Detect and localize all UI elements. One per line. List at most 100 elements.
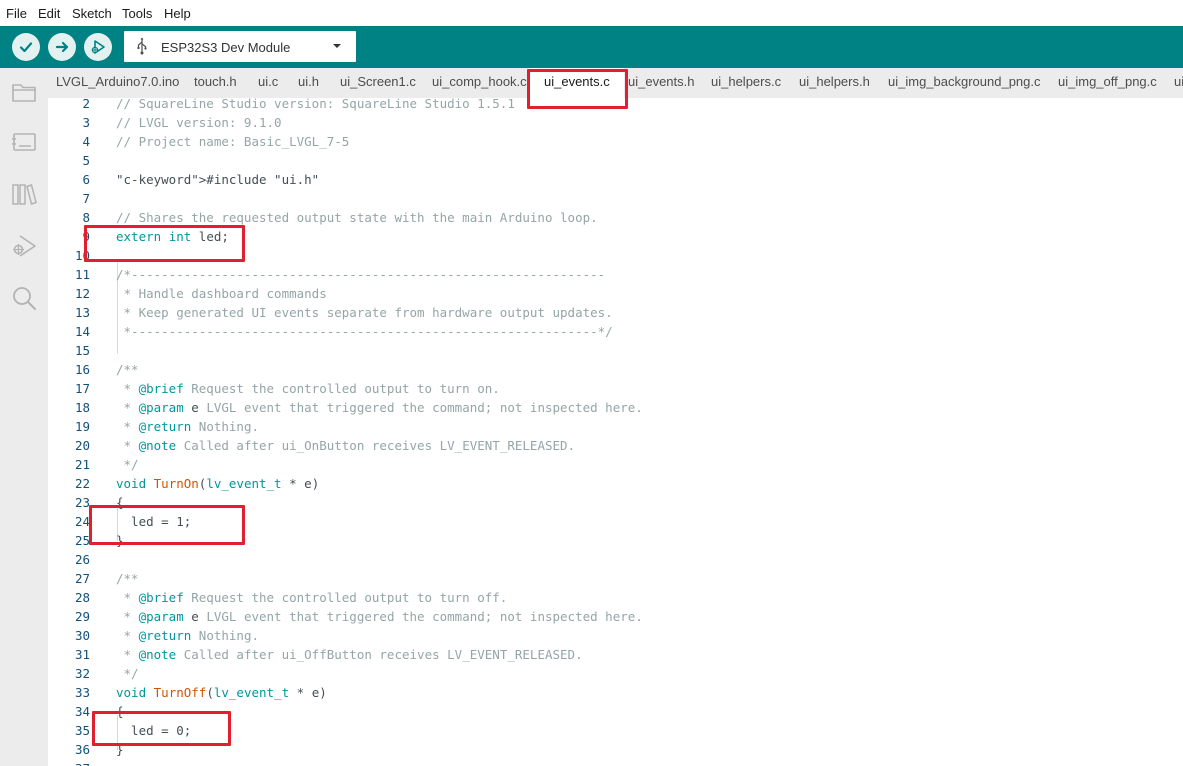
board-selector[interactable]: ESP32S3 Dev Module — [124, 31, 356, 62]
code-line[interactable]: 24 led = 1; — [48, 512, 1183, 531]
debug-button[interactable] — [84, 33, 112, 61]
tab-ui-helpers-c[interactable]: ui_helpers.c — [711, 74, 781, 89]
menu-file[interactable]: File — [6, 6, 27, 21]
code-line[interactable]: 23 { — [48, 493, 1183, 512]
line-number: 23 — [74, 495, 90, 510]
code-line[interactable]: 25} — [48, 531, 1183, 550]
toolbar: ESP32S3 Dev Module — [0, 26, 1183, 68]
code-text: * @note Called after ui_OnButton receive… — [116, 438, 576, 453]
code-line[interactable]: 6 "c-keyword">#include "ui.h" — [48, 170, 1183, 189]
menu-sketch[interactable]: Sketch — [72, 6, 112, 21]
code-line[interactable]: 28 * @brief Request the controlled outpu… — [48, 588, 1183, 607]
line-number: 34 — [74, 704, 90, 719]
code-line[interactable]: 14 *------------------------------------… — [48, 322, 1183, 341]
tab-lvgl-arduino-ino[interactable]: LVGL_Arduino7.0.ino — [56, 74, 179, 89]
line-number: 15 — [74, 343, 90, 358]
line-number: 25 — [74, 533, 90, 548]
code-line[interactable]: 3 // LVGL version: 9.1.0 — [48, 113, 1183, 132]
code-line[interactable]: 16 /** — [48, 360, 1183, 379]
line-number: 19 — [74, 419, 90, 434]
code-line[interactable]: 20 * @note Called after ui_OnButton rece… — [48, 436, 1183, 455]
line-number: 29 — [74, 609, 90, 624]
code-line[interactable]: 27 /** — [48, 569, 1183, 588]
code-line[interactable]: 31 * @note Called after ui_OffButton rec… — [48, 645, 1183, 664]
tab-ui-c[interactable]: ui.c — [258, 74, 278, 89]
code-line[interactable]: 9 extern int led; — [48, 227, 1183, 246]
menu-edit[interactable]: Edit — [38, 6, 60, 21]
code-line[interactable]: 15 — [48, 341, 1183, 360]
arrow-right-icon — [55, 41, 69, 53]
library-icon[interactable] — [10, 180, 38, 208]
code-text: /** — [116, 571, 139, 586]
line-number: 7 — [82, 191, 90, 206]
verify-button[interactable] — [12, 33, 40, 61]
line-number: 22 — [74, 476, 90, 491]
code-text: { — [116, 495, 124, 510]
file-tabs: LVGL_Arduino7.0.ino touch.h ui.c ui.h ui… — [48, 68, 1183, 98]
code-line[interactable]: 7 — [48, 189, 1183, 208]
code-line[interactable]: 37 — [48, 759, 1183, 766]
code-line[interactable]: 26 — [48, 550, 1183, 569]
code-editor[interactable]: 2 // SquareLine Studio version: SquareLin… — [48, 98, 1183, 766]
code-line[interactable]: 5 — [48, 151, 1183, 170]
code-line[interactable]: 10 — [48, 246, 1183, 265]
code-line[interactable]: 21 */ — [48, 455, 1183, 474]
code-line[interactable]: 34 { — [48, 702, 1183, 721]
code-text: void TurnOn(lv_event_t * e) — [116, 476, 320, 491]
code-text: // Shares the requested output state wit… — [116, 210, 598, 225]
code-line[interactable]: 18 * @param e LVGL event that triggered … — [48, 398, 1183, 417]
code-line[interactable]: 4 // Project name: Basic_LVGL_7-5 — [48, 132, 1183, 151]
tab-touch-h[interactable]: touch.h — [194, 74, 237, 89]
upload-button[interactable] — [48, 33, 76, 61]
tab-ui-events-c[interactable]: ui_events.c — [528, 68, 624, 98]
line-number: 37 — [48, 759, 90, 766]
tab-ui-screen1-c[interactable]: ui_Screen1.c — [340, 74, 416, 89]
tab-ui-events-h[interactable]: ui_events.h — [628, 74, 695, 89]
line-number: 8 — [82, 210, 90, 225]
code-text: led = 0; — [116, 723, 192, 738]
code-line[interactable]: 2 // SquareLine Studio version: SquareLin… — [48, 98, 1183, 113]
code-text: * @brief Request the controlled output t… — [116, 590, 508, 605]
folder-icon[interactable] — [10, 78, 38, 106]
line-number: 5 — [82, 153, 90, 168]
line-number: 31 — [74, 647, 90, 662]
code-text: * @param e LVGL event that triggered the… — [116, 400, 643, 415]
line-number: 20 — [74, 438, 90, 453]
tab-ui-img-off-png-c[interactable]: ui_img_off_png.c — [1058, 74, 1157, 89]
code-line[interactable]: 30 * @return Nothing. — [48, 626, 1183, 645]
line-number: 4 — [82, 134, 90, 149]
search-icon[interactable] — [10, 284, 38, 312]
code-line[interactable]: 13 * Keep generated UI events separate f… — [48, 303, 1183, 322]
board-name: ESP32S3 Dev Module — [161, 40, 291, 55]
tab-ui-h[interactable]: ui.h — [298, 74, 319, 89]
code-line[interactable]: 8 // Shares the requested output state wi… — [48, 208, 1183, 227]
code-line[interactable]: 33 void TurnOff(lv_event_t * e) — [48, 683, 1183, 702]
code-text: // Project name: Basic_LVGL_7-5 — [116, 134, 350, 149]
code-text: * Keep generated UI events separate from… — [116, 305, 613, 320]
line-number: 3 — [82, 115, 90, 130]
code-line[interactable]: 17 * @brief Request the controlled outpu… — [48, 379, 1183, 398]
debug-play-icon — [91, 40, 105, 54]
tab-ui-helpers-h[interactable]: ui_helpers.h — [799, 74, 870, 89]
code-line[interactable]: 11 /*------------------------------------… — [48, 265, 1183, 284]
tab-ui-img-background-png-c[interactable]: ui_img_background_png.c — [888, 74, 1041, 89]
code-line[interactable]: 22 void TurnOn(lv_event_t * e) — [48, 474, 1183, 493]
line-number: 10 — [74, 248, 90, 263]
check-icon — [19, 42, 33, 53]
debug-icon[interactable] — [10, 232, 38, 260]
code-line[interactable]: 19 * @return Nothing. — [48, 417, 1183, 436]
code-text: // SquareLine Studio version: SquareLine… — [116, 98, 515, 111]
code-line[interactable]: 32 */ — [48, 664, 1183, 683]
board-icon[interactable] — [10, 128, 38, 156]
code-line[interactable]: 29 * @param e LVGL event that triggered … — [48, 607, 1183, 626]
code-text: } — [116, 742, 124, 757]
code-line[interactable]: 12 * Handle dashboard commands — [48, 284, 1183, 303]
code-line[interactable]: 35 led = 0; — [48, 721, 1183, 740]
code-line[interactable]: 36} — [48, 740, 1183, 759]
tab-ui-comp-hook-c[interactable]: ui_comp_hook.c — [432, 74, 527, 89]
code-text: // LVGL version: 9.1.0 — [116, 115, 282, 130]
menu-help[interactable]: Help — [164, 6, 191, 21]
tab-ui-partial[interactable]: ui — [1174, 74, 1183, 89]
menu-tools[interactable]: Tools — [122, 6, 152, 21]
code-text: * @param e LVGL event that triggered the… — [116, 609, 643, 624]
